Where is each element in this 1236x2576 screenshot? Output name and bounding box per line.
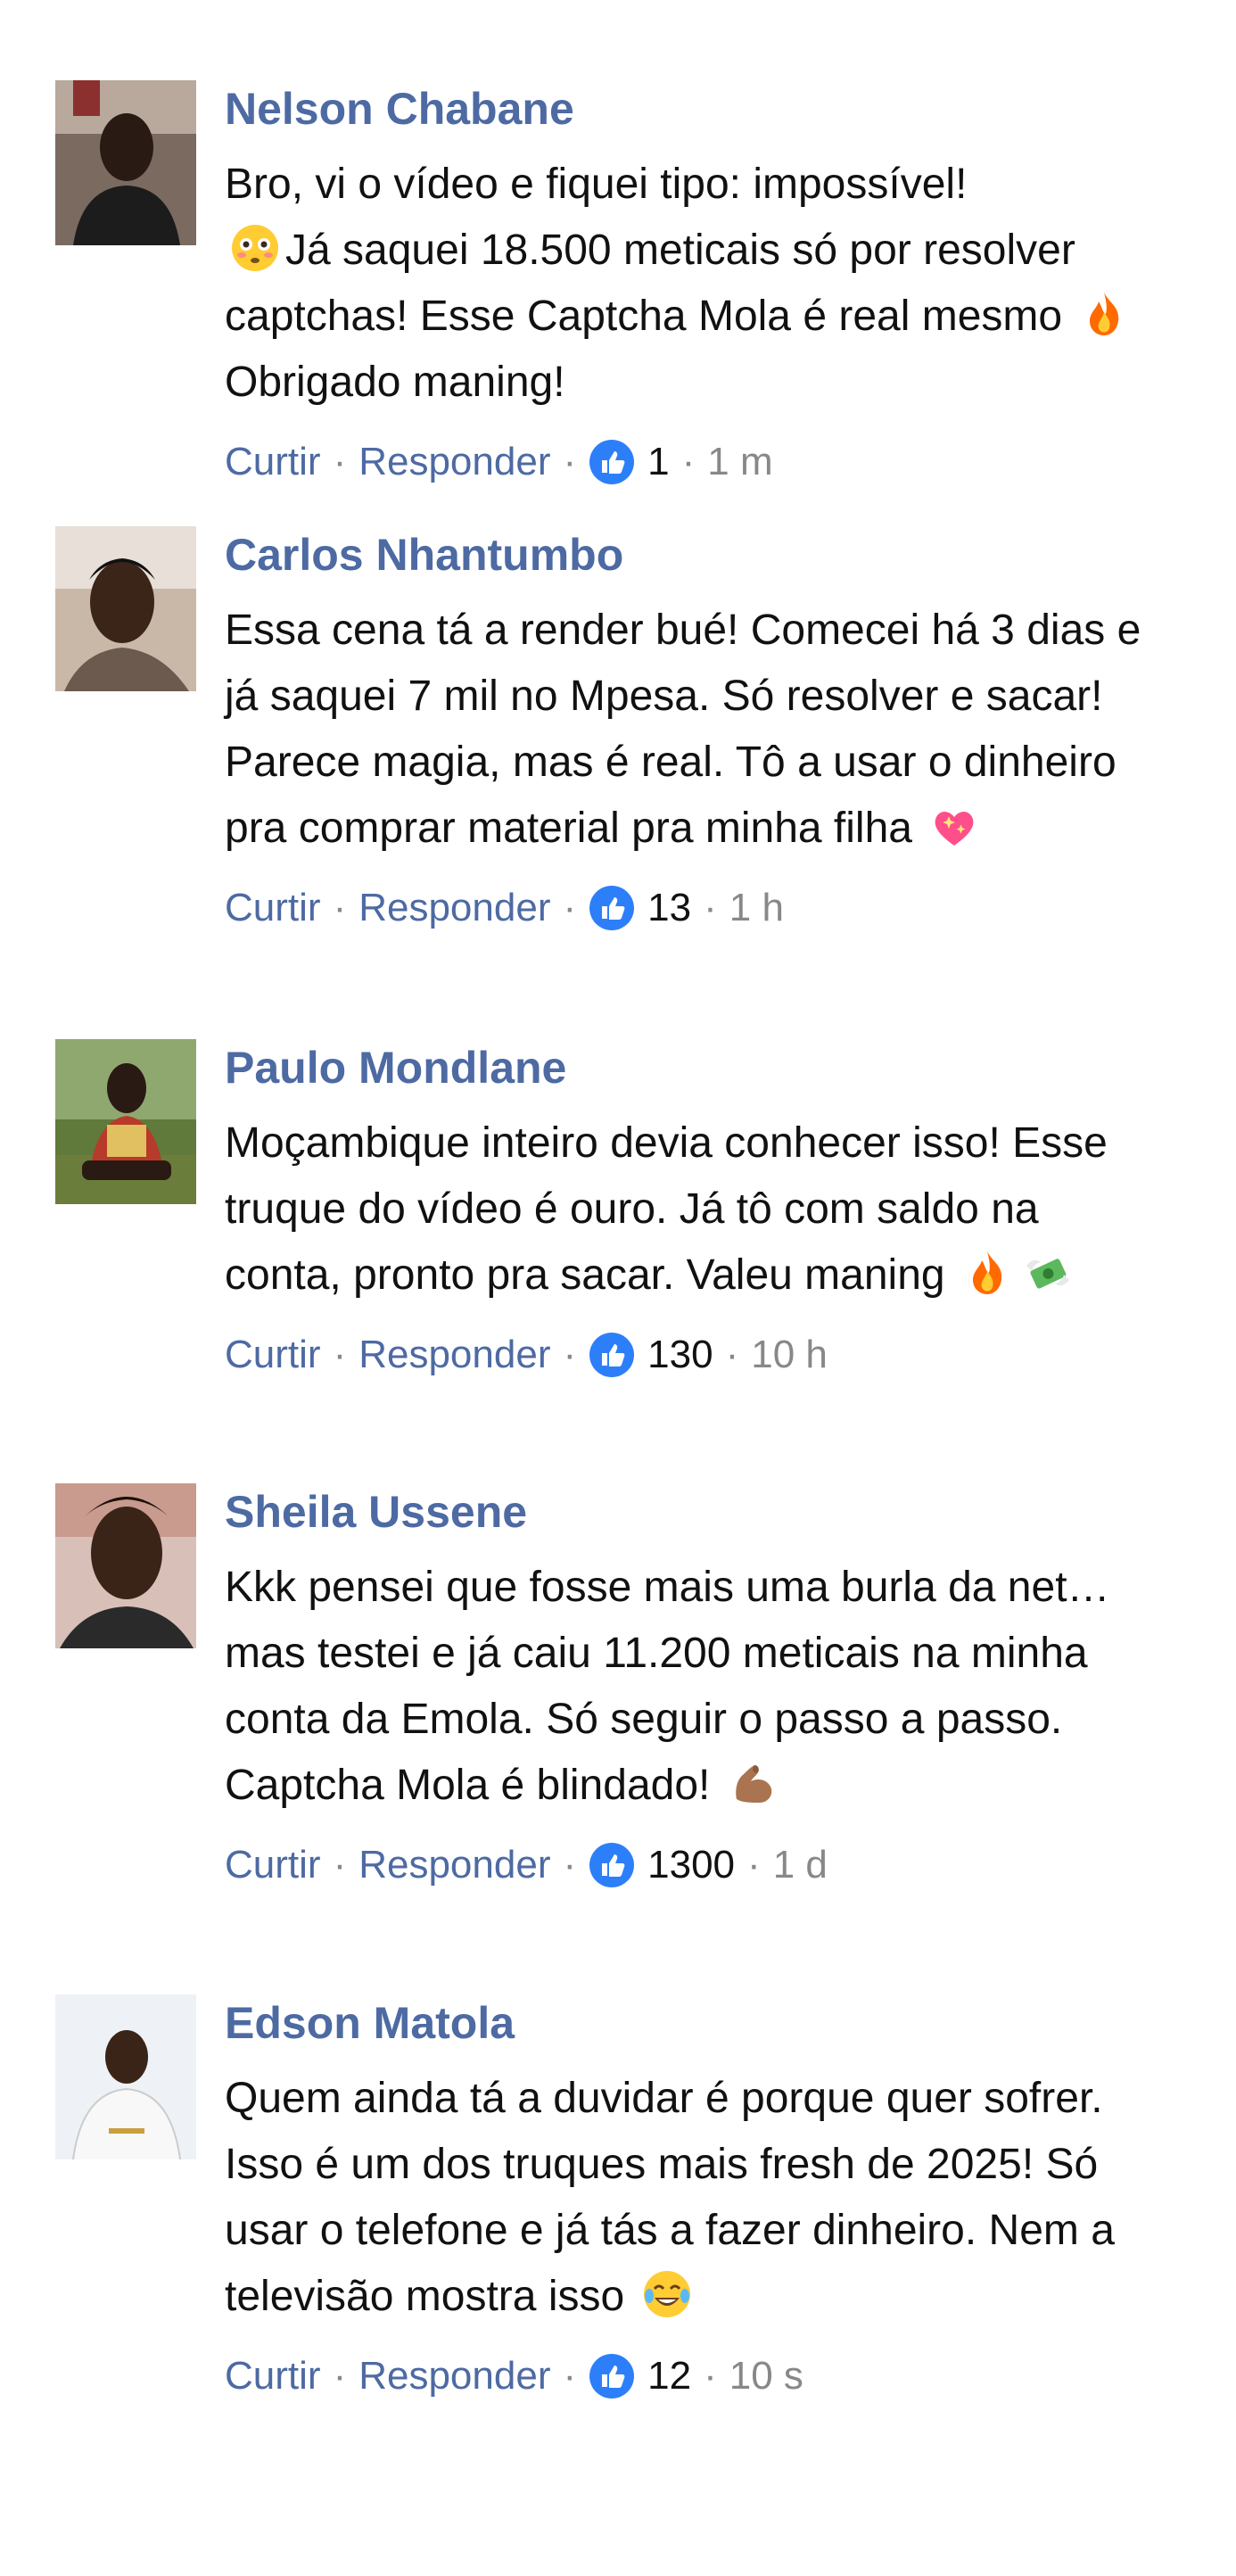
separator: · bbox=[333, 886, 347, 929]
separator: · bbox=[563, 886, 577, 929]
avatar-photo bbox=[55, 80, 196, 245]
avatar[interactable] bbox=[55, 1039, 196, 1204]
comment-author[interactable]: Paulo Mondlane bbox=[225, 1039, 1161, 1096]
separator: · bbox=[563, 440, 577, 483]
like-count[interactable]: 130 bbox=[647, 1333, 713, 1377]
avatar[interactable] bbox=[55, 1483, 196, 1648]
flexed-biceps-emoji bbox=[728, 1758, 778, 1808]
comment-actions: Curtir · Responder · 1 · 1 m bbox=[225, 435, 1161, 489]
avatar[interactable] bbox=[55, 526, 196, 691]
sparkling-heart-emoji bbox=[929, 801, 979, 851]
comment-actions: Curtir · Responder · 12 · 10 s bbox=[225, 2349, 1161, 2403]
comment-author[interactable]: Sheila Ussene bbox=[225, 1483, 1161, 1540]
separator: · bbox=[747, 1843, 761, 1887]
separator: · bbox=[725, 1333, 739, 1376]
separator: · bbox=[563, 1843, 577, 1887]
like-link[interactable]: Curtir bbox=[225, 1843, 321, 1887]
comment-text: Kkk pensei que fosse mais uma burla da n… bbox=[225, 1564, 1122, 1809]
like-count[interactable]: 12 bbox=[647, 2354, 691, 2398]
reply-link[interactable]: Responder bbox=[358, 886, 550, 930]
comment-time[interactable]: 10 s bbox=[729, 2354, 803, 2398]
thumbs-up-icon[interactable] bbox=[589, 1332, 635, 1378]
avatar-photo bbox=[55, 526, 196, 691]
comment-actions: Curtir · Responder · 13 · 1 h bbox=[225, 881, 1161, 935]
separator: · bbox=[333, 440, 347, 483]
comment-text: Quem ainda tá a duvidar é porque quer so… bbox=[225, 2075, 1127, 2320]
separator: · bbox=[333, 1843, 347, 1887]
comment-time[interactable]: 1 d bbox=[773, 1843, 828, 1887]
avatar[interactable] bbox=[55, 80, 196, 245]
like-link[interactable]: Curtir bbox=[225, 886, 321, 930]
thumbs-up-icon[interactable] bbox=[589, 1842, 635, 1888]
like-count[interactable]: 1300 bbox=[647, 1843, 735, 1887]
fire-emoji bbox=[962, 1248, 1012, 1298]
separator: · bbox=[333, 1333, 347, 1376]
comment-time[interactable]: 10 h bbox=[751, 1333, 828, 1377]
thumbs-up-icon[interactable] bbox=[589, 885, 635, 931]
separator: · bbox=[704, 2354, 717, 2398]
comment-author[interactable]: Carlos Nhantumbo bbox=[225, 526, 1161, 583]
avatar-photo bbox=[55, 1483, 196, 1648]
avatar-photo bbox=[55, 1039, 196, 1204]
like-link[interactable]: Curtir bbox=[225, 2354, 321, 2398]
money-with-wings-emoji bbox=[1023, 1248, 1073, 1298]
comment-actions: Curtir · Responder · 1300 · 1 d bbox=[225, 1838, 1161, 1892]
comment-author[interactable]: Edson Matola bbox=[225, 1994, 1161, 2052]
tears-of-joy-emoji bbox=[642, 2269, 692, 2319]
reply-link[interactable]: Responder bbox=[358, 1843, 550, 1887]
comment-time[interactable]: 1 h bbox=[729, 886, 784, 930]
like-count[interactable]: 13 bbox=[647, 886, 691, 930]
separator: · bbox=[333, 2354, 347, 2398]
avatar-photo bbox=[55, 1994, 196, 2159]
flushed-face-emoji bbox=[230, 223, 280, 273]
reply-link[interactable]: Responder bbox=[358, 440, 550, 484]
comment-time[interactable]: 1 m bbox=[707, 440, 772, 484]
thumbs-up-icon[interactable] bbox=[589, 2353, 635, 2399]
like-link[interactable]: Curtir bbox=[225, 440, 321, 484]
separator: · bbox=[704, 886, 717, 929]
thumbs-up-icon[interactable] bbox=[589, 439, 635, 485]
separator: · bbox=[563, 2354, 577, 2398]
reply-link[interactable]: Responder bbox=[358, 2354, 550, 2398]
fire-emoji bbox=[1079, 289, 1129, 339]
comment-text: Essa cena tá a render bué! Comecei há 3 … bbox=[225, 607, 1153, 852]
comment-author[interactable]: Nelson Chabane bbox=[225, 80, 1161, 137]
comment-text: Moçambique inteiro devia conhecer isso! … bbox=[225, 1119, 1120, 1299]
comment-actions: Curtir · Responder · 130 · 10 h bbox=[225, 1328, 1161, 1382]
comment-text: Bro, vi o vídeo e fiquei tipo: impossíve… bbox=[225, 152, 1161, 416]
like-count[interactable]: 1 bbox=[647, 440, 669, 484]
reply-link[interactable]: Responder bbox=[358, 1333, 550, 1377]
separator: · bbox=[681, 440, 696, 483]
separator: · bbox=[563, 1333, 577, 1376]
like-link[interactable]: Curtir bbox=[225, 1333, 321, 1377]
avatar[interactable] bbox=[55, 1994, 196, 2159]
